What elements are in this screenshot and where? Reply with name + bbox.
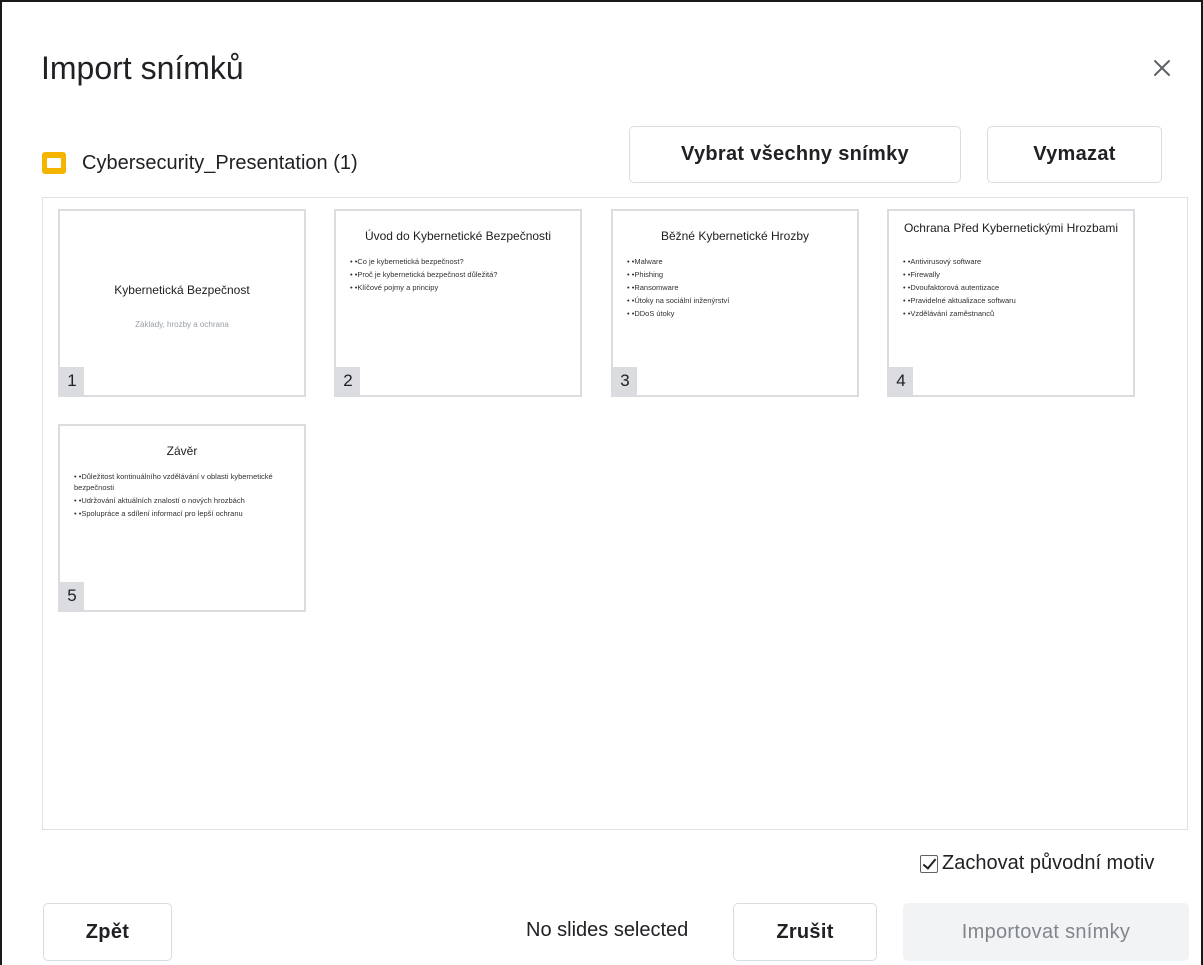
slide-bullet: • •Spolupráce a sdílení informací pro le… xyxy=(74,508,243,518)
slide-bullet: • •Dvoufaktorová autentizace xyxy=(903,282,1000,292)
close-button[interactable] xyxy=(1148,54,1176,82)
slides-file-icon xyxy=(42,152,66,174)
selection-status: No slides selected xyxy=(526,919,689,941)
slide-bullet: • •Co je kybernetická bezpečnost? xyxy=(350,257,464,266)
import-slides-dialog: Import snímků Cybersecurity_Presentation… xyxy=(0,0,1203,965)
slide-title: Úvod do Kybernetické Bezpečnosti xyxy=(364,229,552,243)
slide-thumbnail-1[interactable]: Kybernetická Bezpečnost Základy, hrozby … xyxy=(58,209,306,397)
slide-bullet: • •Útoky na sociální inženýrství xyxy=(627,295,730,305)
slide-thumbnail-2[interactable]: Úvod do Kybernetické Bezpečnosti • •Co j… xyxy=(334,209,582,397)
clear-selection-button[interactable]: Vymazat xyxy=(987,126,1162,183)
slide-bullets: • •Co je kybernetická bezpečnost? • •Pro… xyxy=(350,257,566,296)
slide-bullet: • •Vzdělávání zaměstnanců xyxy=(903,308,995,318)
slide-bullet: • •Phishing xyxy=(627,269,664,279)
slide-bullet: • •Pravidelné aktualizace softwaru xyxy=(903,295,1016,305)
slide-bullet: • •Proč je kybernetická bezpečnost důlež… xyxy=(350,269,498,279)
import-slides-button[interactable]: Importovat snímky xyxy=(903,903,1189,961)
slide-bullet: • •Udržování aktuálních znalostí o novýc… xyxy=(74,495,245,505)
select-all-slides-button[interactable]: Vybrat všechny snímky xyxy=(629,126,961,183)
keep-original-theme-toggle[interactable]: Zachovat původní motiv xyxy=(920,852,1154,875)
slide-number: 4 xyxy=(889,367,913,395)
slide-bullet: • •Klíčové pojmy a principy xyxy=(350,282,439,292)
slide-subtitle: Základy, hrozby a ochrana xyxy=(135,320,229,329)
slide-thumbnail-4[interactable]: Ochrana Před Kybernetickými Hrozbami • •… xyxy=(887,209,1135,397)
slide-bullets: • •Antivirusový software • •Firewally • … xyxy=(903,257,1119,321)
slide-number: 3 xyxy=(613,367,637,395)
slide-bullet: • •DDoS útoky xyxy=(627,308,675,318)
dialog-title: Import snímků xyxy=(41,50,244,86)
slide-thumbnail-3[interactable]: Běžné Kybernetické Hrozby • •Malware • •… xyxy=(611,209,859,397)
slide-title: Závěr xyxy=(166,444,198,458)
cancel-button[interactable]: Zrušit xyxy=(733,903,877,961)
slide-bullet: • •Firewally xyxy=(903,269,940,279)
slide-bullet: • •Ransomware xyxy=(627,282,679,292)
checkmark-icon[interactable] xyxy=(920,854,938,873)
slide-bullets: • •Malware • •Phishing • •Ransomware • •… xyxy=(627,257,843,321)
slide-number: 5 xyxy=(60,582,84,610)
close-icon xyxy=(1154,60,1170,76)
slide-bullet: • •Důležitost kontinuálního vzdělávání v… xyxy=(74,472,273,492)
source-file-row: Cybersecurity_Presentation (1) xyxy=(42,148,358,178)
slide-grid: Kybernetická Bezpečnost Základy, hrozby … xyxy=(42,197,1188,830)
slide-bullets: • •Důležitost kontinuálního vzdělávání v… xyxy=(74,472,290,522)
back-button[interactable]: Zpět xyxy=(43,903,172,961)
slide-title: Běžné Kybernetické Hrozby xyxy=(660,229,810,243)
slide-bullet: • •Malware xyxy=(627,257,663,266)
source-file-name: Cybersecurity_Presentation (1) xyxy=(82,151,358,174)
slide-thumbnail-5[interactable]: Závěr • •Důležitost kontinuálního vzdělá… xyxy=(58,424,306,612)
keep-original-theme-label: Zachovat původní motiv xyxy=(942,852,1155,874)
slide-title: Ochrana Před Kybernetickými Hrozbami xyxy=(903,221,1119,235)
slide-title: Kybernetická Bezpečnost xyxy=(114,283,250,297)
slide-number: 2 xyxy=(336,367,360,395)
slide-bullet: • •Antivirusový software xyxy=(903,257,982,266)
slide-number: 1 xyxy=(60,367,84,395)
